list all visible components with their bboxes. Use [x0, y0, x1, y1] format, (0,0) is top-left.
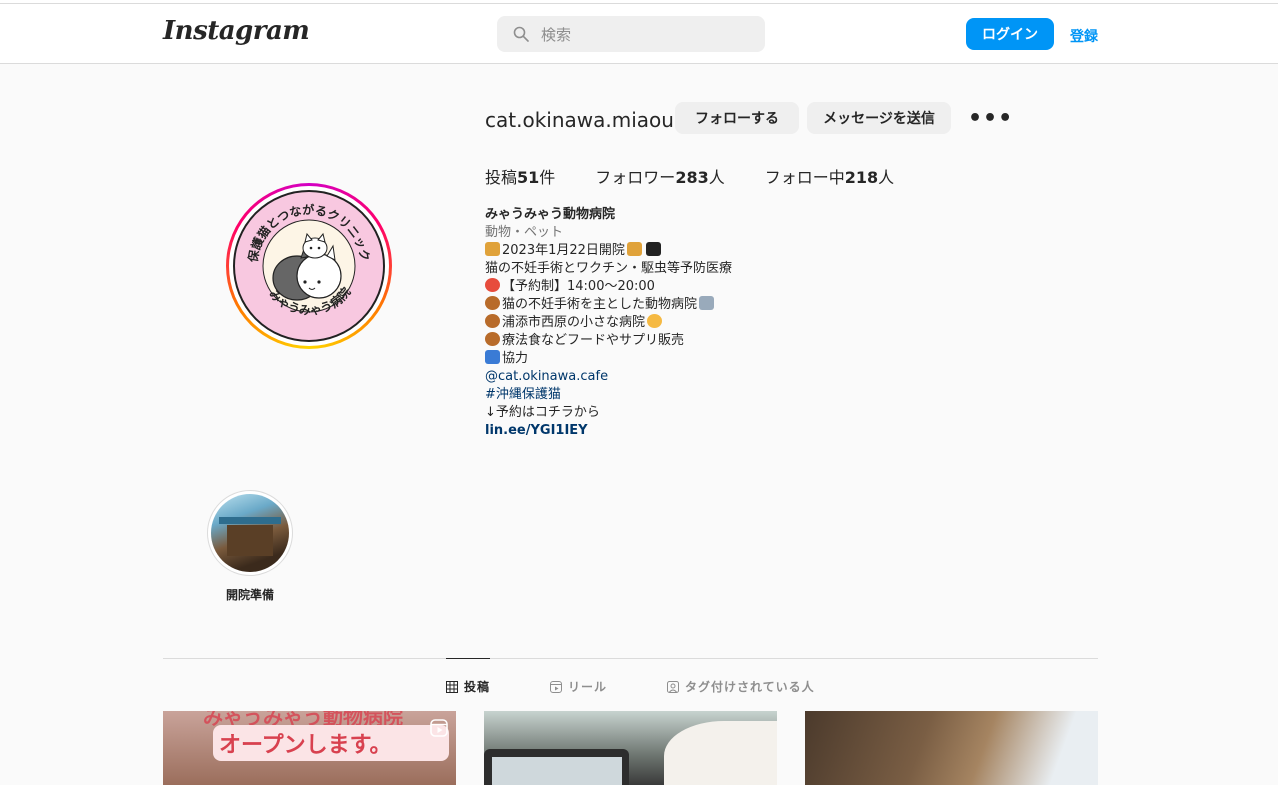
search-icon [513, 26, 529, 42]
reel-indicator-icon [430, 719, 448, 737]
profile-stats: 投稿51件 フォロワー283人 フォロー中218人 [485, 164, 894, 188]
bio-line: 猫の不妊手術とワクチン・駆虫等予防医療 [485, 261, 733, 276]
paw-prints-icon [485, 296, 500, 310]
bio-line: 療法食などフードやサプリ販売 [485, 332, 885, 350]
arrows-icon [485, 350, 500, 364]
instagram-logo[interactable]: Instagram [163, 16, 310, 46]
bio-line: 猫の不妊手術を主とした動物病院 [485, 296, 885, 314]
profile-avatar[interactable]: 保護猫とつながるクリニック みゃうみゃう病院 [226, 183, 392, 349]
search-box[interactable]: 検索 [497, 16, 765, 52]
cat-emoji-icon [485, 242, 500, 256]
post-thumbnail[interactable]: みゃうみゃう動物病院 オープンします。 [163, 711, 456, 785]
bio-reservation-text: ↓予約はコチラから [485, 405, 600, 420]
bio-line: 浦添市西原の小さな病院 [485, 314, 885, 332]
story-highlight[interactable]: 開院準備 [207, 490, 293, 603]
tab-posts[interactable]: 投稿 [446, 678, 490, 695]
top-nav: Instagram 検索 ログイン 登録 [0, 4, 1278, 64]
alarm-clock-icon [485, 278, 500, 292]
tab-reels[interactable]: リール [550, 678, 607, 695]
bio-hashtag-link[interactable]: #沖縄保護猫 [485, 386, 885, 404]
tab-tagged[interactable]: タグ付けされている人 [667, 678, 815, 695]
bio-line: 協力 [485, 350, 885, 368]
bio-mention-link[interactable]: @cat.okinawa.cafe [485, 368, 885, 386]
avatar-image: 保護猫とつながるクリニック みゃうみゃう病院 [233, 190, 385, 342]
grid-icon [446, 680, 458, 693]
profile-tabs: 投稿 リール タグ付けされている人 [446, 678, 815, 695]
bio-line: 【予約制】14:00〜20:00 [485, 278, 885, 296]
profile-bio: みゃうみゃう動物病院 動物・ペット 2023年1月22日開院 猫の不妊手術とワク… [485, 206, 885, 440]
reels-icon [550, 680, 563, 693]
posts-count: 投稿51件 [485, 168, 556, 187]
highlight-cover [211, 494, 289, 572]
bio-line: 2023年1月22日開院 [485, 242, 885, 260]
search-input[interactable]: 検索 [541, 24, 571, 45]
login-button[interactable]: ログイン [966, 18, 1054, 50]
cat-face-icon [647, 314, 663, 328]
profile-username: cat.okinawa.miaou [485, 108, 674, 132]
tagged-icon [667, 680, 680, 693]
paw-prints-icon [485, 314, 500, 328]
post-overlay-text: オープンします。 [219, 733, 392, 758]
post-thumbnail[interactable] [484, 711, 777, 785]
following-count[interactable]: フォロー中218人 [765, 164, 894, 188]
bio-name: みゃうみゃう動物病院 [485, 207, 616, 222]
active-tab-indicator [446, 658, 490, 659]
cat-emoji-icon [626, 242, 642, 256]
paw-prints-icon [485, 332, 500, 346]
followers-count[interactable]: フォロワー283人 [595, 164, 724, 188]
signup-link[interactable]: 登録 [1070, 26, 1098, 46]
highlight-label: 開院準備 [225, 588, 274, 602]
bio-category: 動物・ペット [485, 225, 564, 240]
send-message-button[interactable]: メッセージを送信 [807, 102, 951, 134]
tabs-divider [163, 658, 1098, 659]
more-options-icon[interactable]: ••• [968, 106, 1013, 131]
post-thumbnail[interactable] [805, 711, 1098, 785]
hospital-icon [699, 296, 715, 310]
follow-button[interactable]: フォローする [675, 102, 799, 134]
black-square-icon [645, 242, 661, 256]
bio-external-link[interactable]: lin.ee/YGI1IEY [485, 422, 885, 440]
